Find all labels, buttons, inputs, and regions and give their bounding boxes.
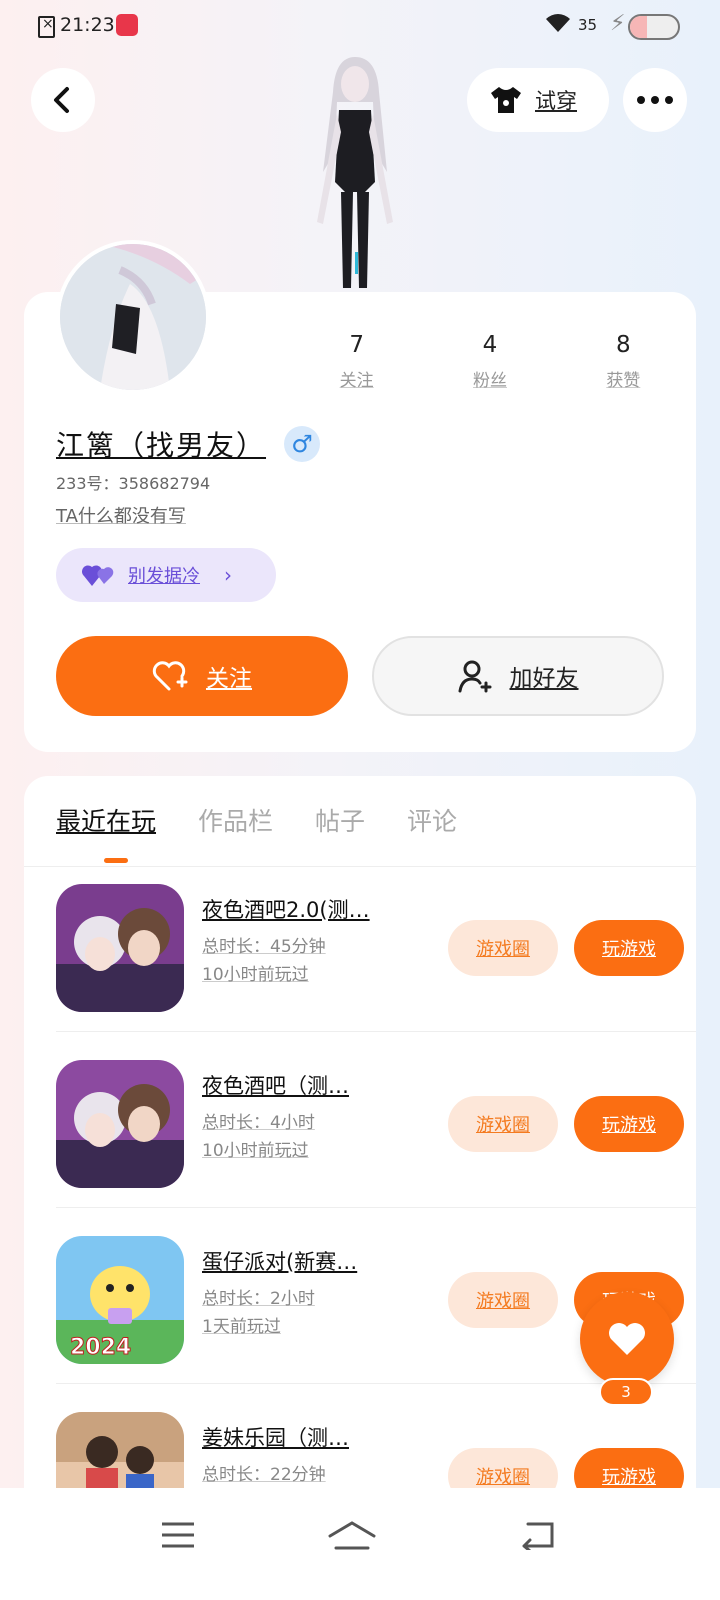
profile-tabs: 最近在玩 作品栏 帖子 评论 [56, 802, 457, 838]
follow-label: 关注 [206, 666, 252, 692]
stat-likes[interactable]: 8 获赞 [557, 332, 690, 391]
menu-nav-button[interactable] [148, 1510, 208, 1560]
game-circle-button[interactable]: 游戏圈 [448, 1096, 558, 1152]
more-dots-icon [637, 96, 673, 104]
game-duration: 总时长：45分钟 [202, 937, 326, 957]
home-nav-button[interactable] [322, 1510, 382, 1560]
profile-stats: 7 关注 4 粉丝 8 获赞 [290, 332, 690, 391]
more-button[interactable] [623, 68, 687, 132]
play-game-button[interactable]: 玩游戏 [574, 1096, 684, 1152]
system-nav-bar [0, 1488, 720, 1600]
try-on-button[interactable]: 试穿 [467, 68, 609, 132]
heart-plus-icon [152, 661, 188, 691]
game-icon [56, 884, 184, 1012]
back-nav-button[interactable] [508, 1510, 568, 1560]
no-sim-icon [38, 16, 55, 38]
return-icon [522, 1522, 554, 1550]
add-friend-label: 加好友 [509, 666, 579, 692]
back-arrow-icon [54, 87, 69, 113]
game-row[interactable]: 夜色酒吧（测… 总时长：4小时 10小时前玩过 游戏圈 玩游戏 [56, 1032, 696, 1208]
charging-icon: ⚡ [610, 11, 626, 36]
menu-icon [162, 1522, 194, 1548]
game-name: 蛋仔派对(新赛… [202, 1250, 358, 1274]
play-game-button[interactable]: 玩游戏 [574, 920, 684, 976]
following-count: 7 [349, 332, 364, 358]
game-circle-button[interactable]: 游戏圈 [448, 1272, 558, 1328]
male-gender-icon: ♂ [284, 426, 321, 462]
status-time: 21:23 [60, 14, 115, 36]
activity-card: 最近在玩 作品栏 帖子 评论 夜色酒吧2.0(测… 总时长：45分钟 10小时前… [24, 776, 696, 1536]
add-friend-button[interactable]: 加好友 [372, 636, 664, 716]
tab-recently-played[interactable]: 最近在玩 [56, 802, 156, 838]
relationship-pill[interactable]: 别发据冷 › [56, 548, 276, 602]
back-button[interactable] [31, 68, 95, 132]
user-id: 233号：358682794 [56, 474, 211, 493]
tab-posts[interactable]: 帖子 [315, 802, 365, 838]
tab-comments[interactable]: 评论 [407, 802, 457, 838]
avatar[interactable] [56, 240, 210, 394]
avatar-3d-figure [317, 57, 393, 288]
game-last-played: 10小时前玩过 [202, 965, 309, 985]
likes-label: 获赞 [606, 371, 641, 391]
following-label: 关注 [339, 371, 374, 391]
like-fab-button[interactable] [580, 1292, 674, 1386]
game-duration: 总时长：2小时 [202, 1289, 315, 1309]
name-row: 江篱（找男友） ♂ [56, 424, 321, 464]
chevron-right-icon: › [224, 563, 232, 587]
game-name: 夜色酒吧（测… [202, 1074, 349, 1098]
game-last-played: 1天前玩过 [202, 1317, 281, 1337]
game-icon [56, 1060, 184, 1188]
game-row[interactable]: 夜色酒吧2.0(测… 总时长：45分钟 10小时前玩过 游戏圈 玩游戏 [56, 856, 696, 1032]
relationship-label: 别发据冷 [128, 566, 200, 587]
wifi-icon [545, 12, 571, 40]
heart-icon [609, 1323, 645, 1355]
stat-followers[interactable]: 4 粉丝 [423, 332, 556, 391]
status-bar: 21:23 35 ⚡ [0, 0, 720, 56]
stat-following[interactable]: 7 关注 [290, 332, 423, 391]
battery-fill [630, 16, 647, 38]
battery-icon [628, 14, 680, 40]
game-name: 姜妹乐园（测… [202, 1426, 349, 1450]
game-icon: 2024 [56, 1236, 184, 1364]
game-circle-button[interactable]: 游戏圈 [448, 920, 558, 976]
followers-label: 粉丝 [472, 371, 507, 391]
heart-pair-icon [82, 565, 114, 586]
try-on-label: 试穿 [535, 89, 577, 113]
tab-works[interactable]: 作品栏 [198, 802, 273, 838]
like-count-badge: 3 [599, 1378, 653, 1406]
game-duration: 总时长：22分钟 [202, 1465, 326, 1485]
home-icon [328, 1521, 376, 1550]
battery-percent: 35 [578, 16, 598, 34]
follow-button[interactable]: 关注 [56, 636, 348, 716]
user-bio: TA什么都没有写 [56, 506, 186, 527]
svg-text:2024: 2024 [70, 1335, 131, 1360]
game-name: 夜色酒吧2.0(测… [202, 898, 370, 922]
user-name: 江篱（找男友） [56, 429, 267, 462]
game-last-played: 10小时前玩过 [202, 1141, 309, 1161]
followers-count: 4 [482, 332, 498, 358]
notification-app-icon [116, 14, 138, 36]
likes-count: 8 [616, 332, 631, 358]
game-duration: 总时长：4小时 [202, 1113, 315, 1133]
add-user-icon [458, 660, 491, 693]
shirt-icon [491, 87, 521, 113]
